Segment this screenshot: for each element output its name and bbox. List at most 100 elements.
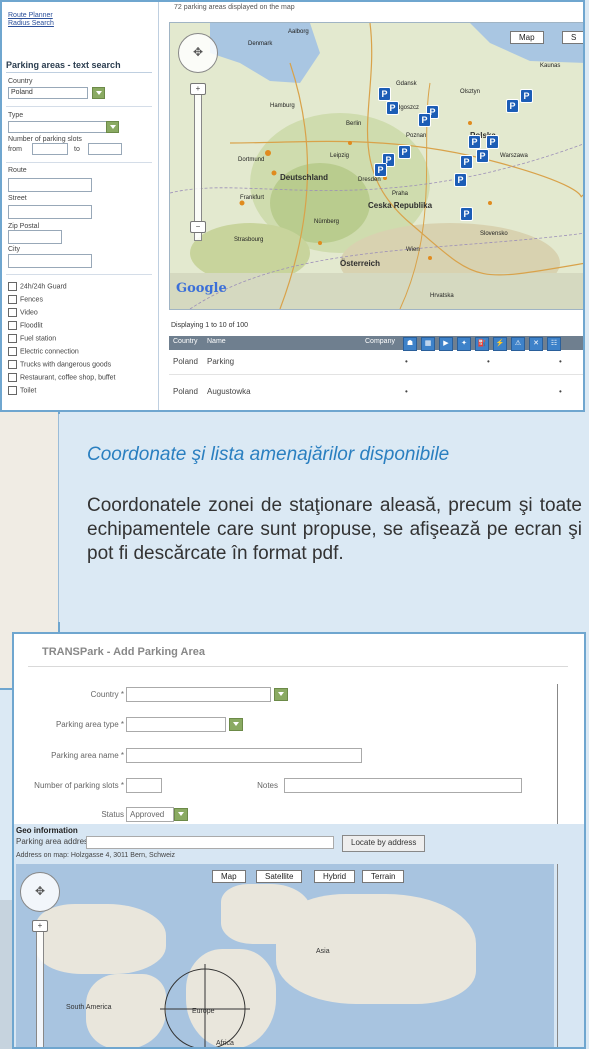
parking-marker-icon[interactable]: P [454,173,467,187]
pan-control-icon[interactable]: ✥ [178,33,218,73]
parking-marker-icon[interactable]: P [378,87,391,101]
checkbox[interactable] [8,334,17,343]
map-type-s-button[interactable]: S [562,31,583,44]
parking-marker-icon[interactable]: P [486,135,499,149]
guard-icon[interactable]: ☗ [403,337,417,351]
map-type-map-button[interactable]: Map [510,31,544,44]
electric-icon[interactable]: ⚡ [493,337,507,351]
checkbox[interactable] [8,295,17,304]
checkbox[interactable] [8,386,17,395]
slots-from-input[interactable] [32,143,68,155]
restaurant-icon[interactable]: ✕ [529,337,543,351]
checkbox-option[interactable]: Electric connection [8,347,79,356]
country-select[interactable]: Poland [8,87,88,99]
video-icon[interactable]: ▶ [439,337,453,351]
checkbox-option[interactable]: Floodlit [8,321,43,330]
parking-name-input[interactable] [126,748,362,763]
map-type-map-button[interactable]: Map [212,870,246,883]
light-icon[interactable]: ✦ [457,337,471,351]
column-header-name[interactable]: Name [207,338,226,345]
cell-name: Parking [207,357,235,366]
zip-input[interactable] [8,230,62,244]
street-input[interactable] [8,205,92,219]
map-label: Warszawa [500,153,528,159]
map-label: Gdansk [396,81,417,87]
country-dropdown-icon[interactable] [274,688,288,701]
parking-type-select[interactable] [126,717,226,732]
map-label: Leipzig [330,153,350,159]
country-dropdown-icon[interactable] [92,87,105,99]
type-select[interactable] [8,121,108,133]
map-type-hybrid-button[interactable]: Hybrid [314,870,356,883]
status-select[interactable]: Approved [126,807,174,822]
map-type-terrain-button[interactable]: Terrain [362,870,405,883]
parking-marker-icon[interactable]: P [476,149,489,163]
checkbox-option[interactable]: Trucks with dangerous goods [8,360,111,369]
parking-marker-icon[interactable]: P [418,113,431,127]
caption-box: Coordonate şi lista amenajărilor disponi… [58,414,589,622]
status-dropdown-icon[interactable] [174,808,188,821]
fence-icon[interactable]: ▦ [421,337,435,351]
checkbox-option[interactable]: Fuel station [8,334,56,343]
zoom-slider[interactable] [36,924,44,1047]
parking-marker-icon[interactable]: P [520,89,533,103]
scrollbar[interactable] [557,864,558,1047]
dangerous-goods-icon[interactable]: ⚠ [511,337,525,351]
slots-input[interactable] [126,778,162,793]
zoom-slider[interactable] [194,89,202,241]
zoom-handle[interactable]: − [190,221,206,233]
column-header-country[interactable]: Country [173,338,198,345]
checkbox[interactable] [8,347,17,356]
route-input[interactable] [8,178,92,192]
address-input[interactable] [86,836,334,849]
radius-search-link[interactable]: Radius Search [8,20,54,27]
map-type-satellite-button[interactable]: Satellite [256,870,303,883]
table-row[interactable]: Poland Parking • • • [169,352,583,372]
map-label: Asia [316,948,330,955]
parking-marker-icon[interactable]: P [374,163,387,177]
parking-map[interactable]: ✥ + − Map S Denmark Aalborg Kaunas Gdans… [169,22,583,310]
checkbox[interactable] [8,308,17,317]
checkbox-option[interactable]: Video [8,308,38,317]
parking-marker-icon[interactable]: P [460,155,473,169]
checkbox-option[interactable]: Toilet [8,386,36,395]
parking-marker-icon[interactable]: P [506,99,519,113]
map-label: Denmark [248,41,273,47]
cell-country: Poland [173,357,198,366]
checkbox[interactable] [8,321,17,330]
parking-marker-icon[interactable]: P [468,135,481,149]
checkbox-option[interactable]: 24h/24h Guard [8,282,67,291]
slots-to-input[interactable] [88,143,122,155]
checkbox-label: Fuel station [20,335,57,343]
table-row[interactable]: Poland Augustowka • • [169,382,583,402]
add-parking-screenshot: TRANSPark - Add Parking Area Country * P… [12,632,586,1049]
country-select[interactable] [126,687,271,702]
scrollbar[interactable] [557,684,558,824]
checkbox-option[interactable]: Restaurant, coffee shop, buffet [8,373,115,382]
locate-by-address-button[interactable]: Locate by address [342,835,426,852]
city-label: City [8,246,21,253]
location-crosshair-icon [160,964,250,1047]
zoom-in-icon[interactable]: + [32,920,48,932]
type-dropdown-icon[interactable] [106,121,119,133]
checkbox[interactable] [8,282,17,291]
checkbox[interactable] [8,360,17,369]
city-input[interactable] [8,254,92,268]
checkbox[interactable] [8,373,17,382]
pan-control-icon[interactable]: ✥ [20,872,60,912]
notes-input[interactable] [284,778,522,793]
location-map[interactable]: Map Satellite Hybrid Terrain ✥ + Europe … [16,864,554,1047]
map-label: Europe [192,1008,215,1015]
column-header-company[interactable]: Company [365,338,395,345]
parking-marker-icon[interactable]: P [398,145,411,159]
map-label: Ceska Republika [368,201,433,210]
parking-type-dropdown-icon[interactable] [229,718,243,731]
parking-marker-icon[interactable]: P [386,101,399,115]
zoom-in-icon[interactable]: + [190,83,206,95]
route-planner-link[interactable]: Route Planner [8,12,54,19]
fuel-icon[interactable]: ⛽ [475,337,489,351]
toilet-icon[interactable]: ☷ [547,337,561,351]
parking-marker-icon[interactable]: P [460,207,473,221]
country-label: Country [8,78,33,85]
checkbox-option[interactable]: Fences [8,295,43,304]
